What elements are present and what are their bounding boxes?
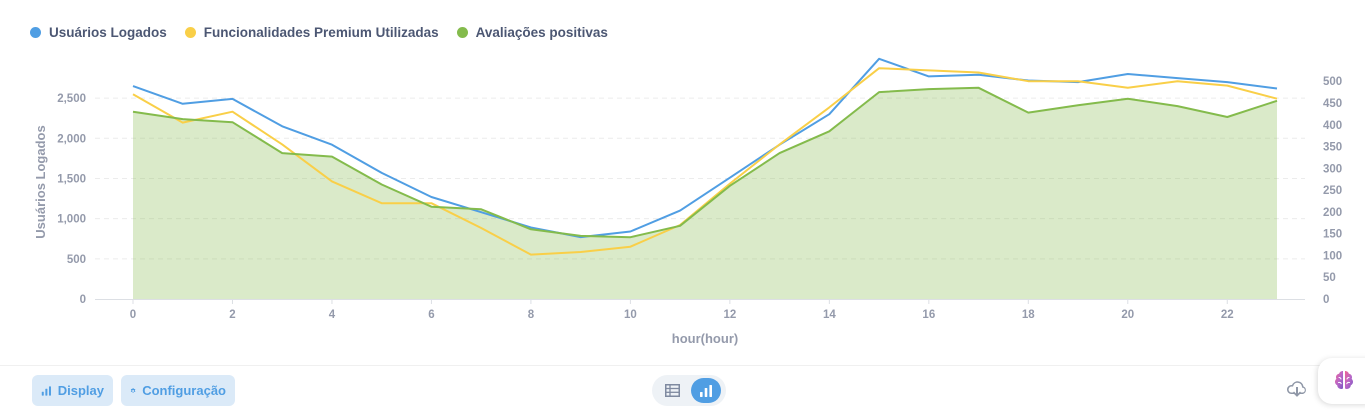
y-tick-label-right: 400 [1323, 120, 1342, 132]
y-axis-label: Usuários Logados [33, 125, 48, 238]
legend-item[interactable]: Avaliações positivas [456, 25, 608, 40]
y-tick-label-right: 450 [1323, 98, 1342, 110]
legend-dot [30, 27, 41, 38]
y-tick-label-right: 50 [1323, 272, 1336, 284]
legend-label: Funcionalidades Premium Utilizadas [203, 25, 439, 40]
table-icon [664, 384, 680, 397]
chart: 0 2 4 6 8 10 12 14 16 18 20 2205001,0001,5002,0002,… [33, 57, 1342, 346]
x-tick-label: 8 [528, 309, 535, 321]
x-tick-label: 12 [723, 309, 736, 321]
y-tick-label-right: 300 [1323, 163, 1342, 175]
legend-label: Usuários Logados [49, 25, 167, 40]
x-tick-label: 4 [329, 309, 336, 321]
x-tick-label: 20 [1121, 309, 1134, 321]
y-tick-label-left: 2,000 [57, 133, 86, 145]
legend: Usuários Logados Funcionalidades Premium… [30, 25, 608, 40]
config-button[interactable]: Configuração [121, 375, 235, 406]
view-toggle [652, 375, 726, 406]
table-view-toggle[interactable] [657, 378, 687, 403]
cloud-download-icon [1286, 381, 1306, 397]
y-tick-label-right: 500 [1323, 76, 1342, 88]
x-tick-label: 22 [1221, 309, 1234, 321]
legend-label: Avaliações positivas [475, 25, 608, 40]
y-tick-label-right: 350 [1323, 142, 1342, 154]
y-tick-label-right: 250 [1323, 185, 1342, 197]
gear-icon [130, 388, 136, 393]
y-tick-label-left: 2,500 [57, 93, 86, 105]
x-tick-label: 18 [1022, 309, 1035, 321]
display-button[interactable]: Display [32, 375, 113, 406]
chart-view-toggle[interactable] [691, 378, 721, 403]
display-button-label: Display [57, 383, 104, 398]
brain-icon [1335, 371, 1353, 389]
x-tick-label: 16 [922, 309, 935, 321]
x-tick-label: 6 [428, 309, 434, 321]
legend-dot [184, 27, 196, 38]
y-tick-label-left: 1,000 [57, 214, 86, 226]
assistant-button[interactable] [1318, 358, 1365, 404]
y-tick-label-left: 500 [67, 254, 86, 266]
y-tick-label-right: 150 [1323, 229, 1342, 241]
legend-item[interactable]: Usuários Logados [30, 25, 167, 40]
y-tick-label-left: 1,500 [57, 173, 86, 185]
x-tick-label: 2 [229, 309, 235, 321]
legend-item[interactable]: Funcionalidades Premium Utilizadas [184, 25, 439, 40]
bar-chart-icon [700, 384, 712, 397]
y-tick-label-right: 0 [1323, 294, 1329, 306]
y-tick-label-left: 0 [80, 294, 86, 306]
legend-dot [456, 27, 468, 38]
y-tick-label-right: 200 [1323, 207, 1342, 219]
x-tick-label: 14 [823, 309, 836, 321]
x-tick-label: 10 [624, 309, 637, 321]
footer-bar: Display Configuração [0, 365, 1365, 410]
bar-chart-icon [41, 385, 51, 396]
download-button[interactable] [1286, 380, 1308, 403]
config-button-label: Configuração [142, 383, 226, 398]
x-tick-label: 0 [130, 309, 136, 321]
y-tick-label-right: 100 [1323, 250, 1342, 262]
x-axis-label: hour(hour) [672, 331, 738, 346]
